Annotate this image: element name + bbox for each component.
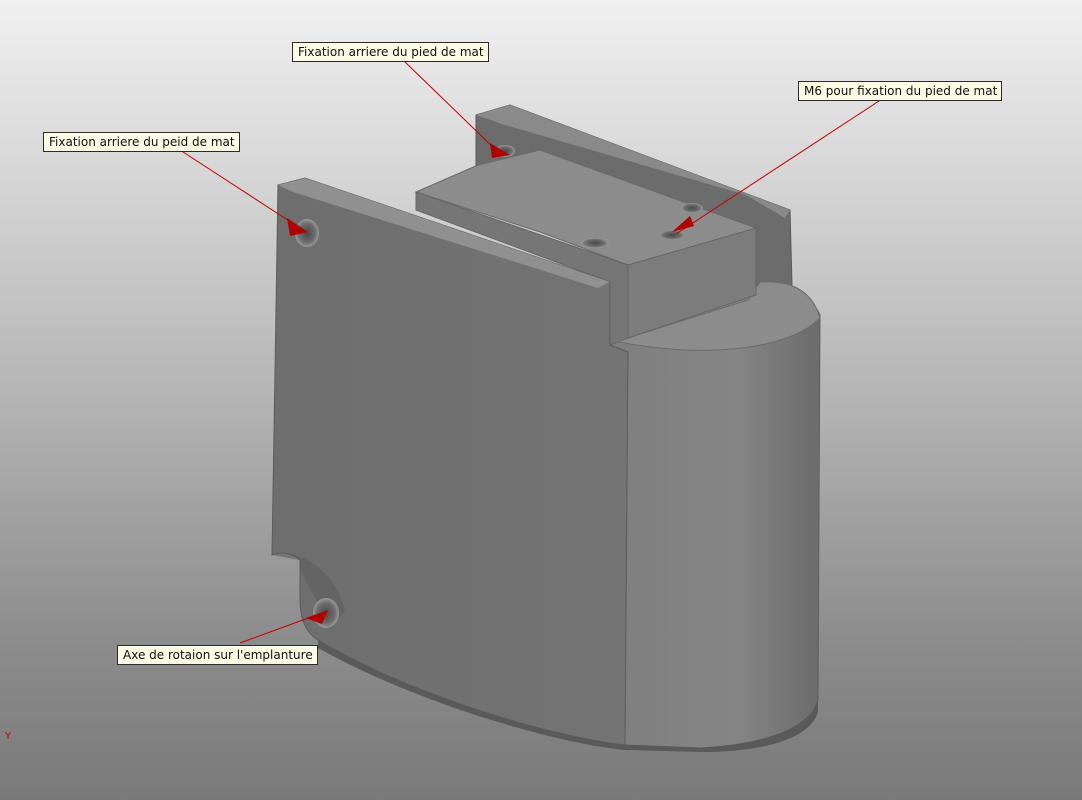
annotation-text: Fixation arriere du pied de mat (298, 45, 484, 59)
hole-m6-c (681, 203, 703, 213)
model-render[interactable] (0, 0, 1082, 800)
annotation-m6-fix[interactable]: M6 pour fixation du pied de mat (798, 81, 1003, 101)
annotation-text: Axe de rotaion sur l'emplanture (123, 648, 313, 662)
annotation-text: M6 pour fixation du pied de mat (804, 84, 998, 98)
3d-viewport[interactable]: Fixation arriere du pied de mat M6 pour … (0, 0, 1082, 800)
hole-m6-b (659, 230, 685, 240)
leader-line-rear-top (404, 61, 499, 153)
annotation-rotation-axis[interactable]: Axe de rotaion sur l'emplanture (117, 645, 318, 665)
annotation-text: Fixation arriere du peid de mat (49, 135, 235, 149)
hole-m6-a (581, 238, 609, 248)
axis-y-label: Y (5, 731, 12, 742)
annotation-rear-fix-left[interactable]: Fixation arriere du peid de mat (43, 132, 240, 152)
annotation-rear-fix-top[interactable]: Fixation arriere du pied de mat (292, 42, 489, 62)
